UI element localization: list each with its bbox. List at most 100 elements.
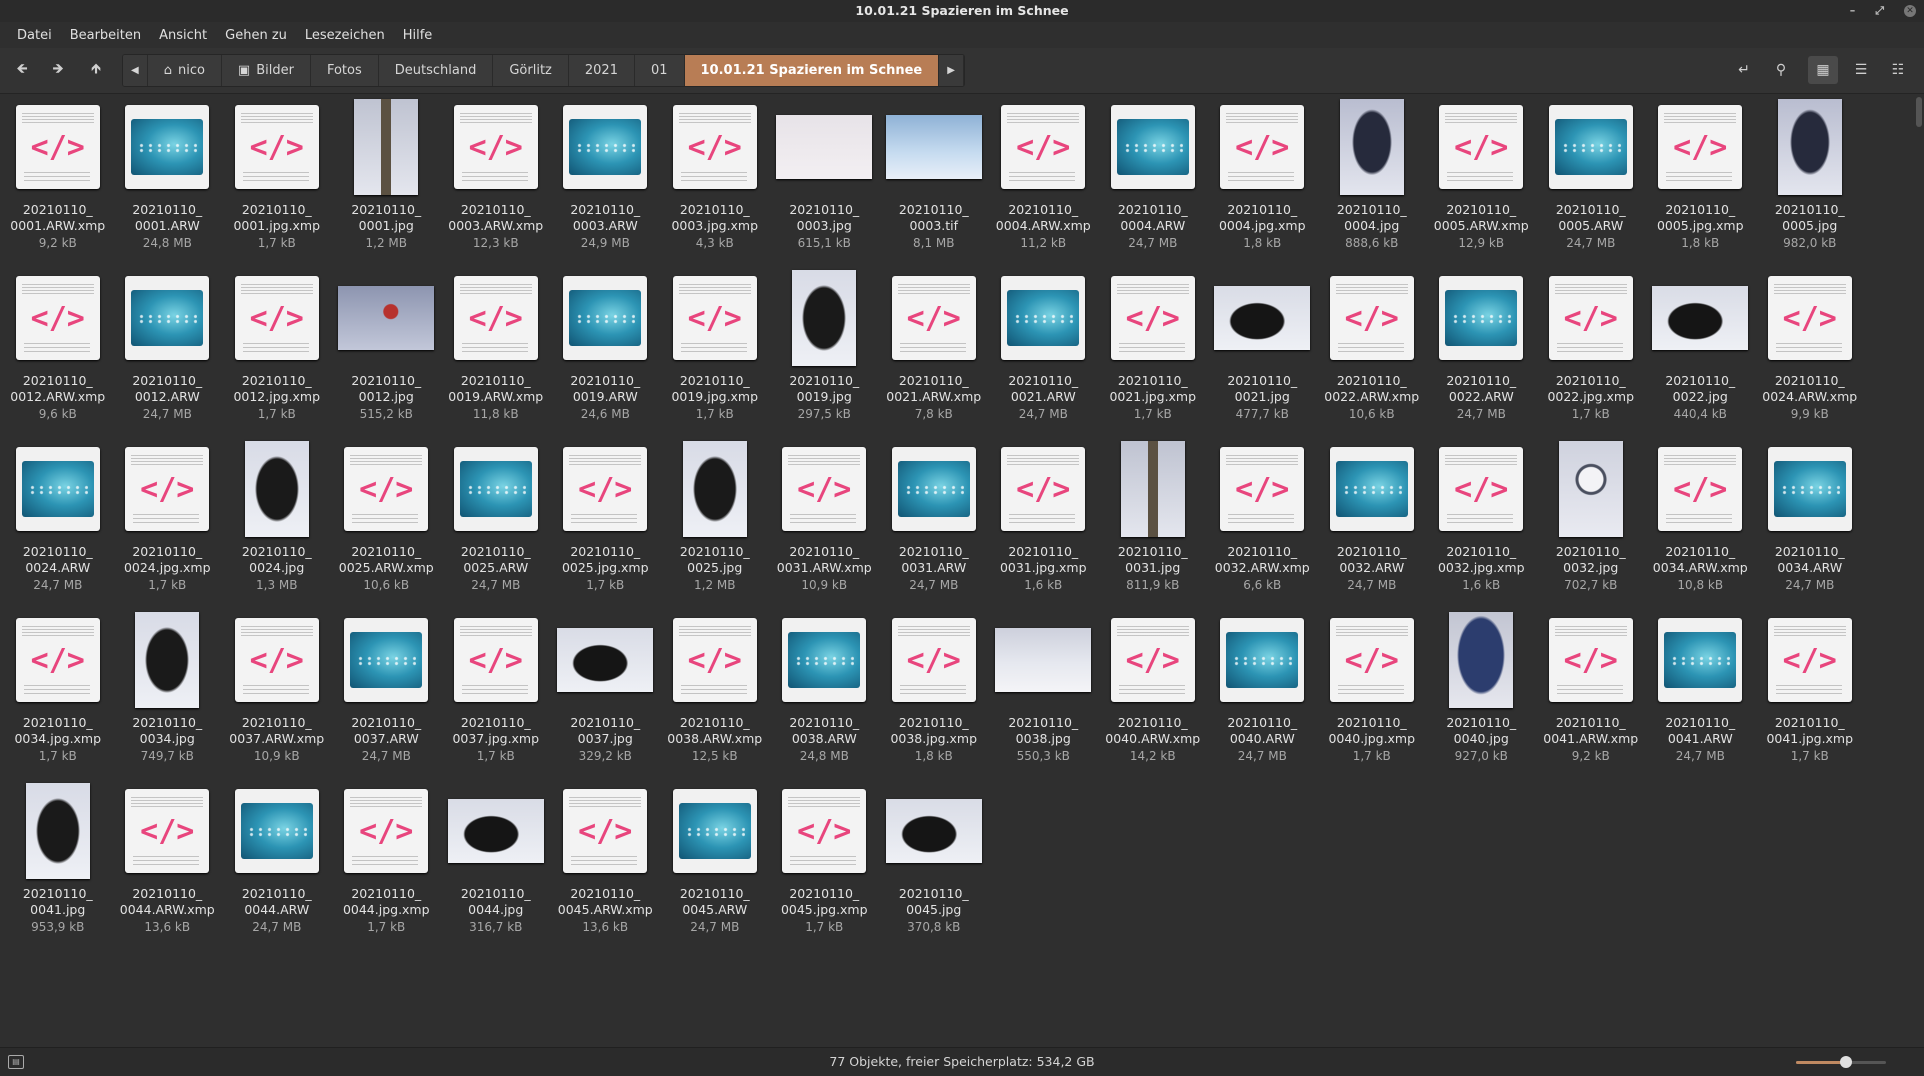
breadcrumb-bilder[interactable]: ▣ Bilder bbox=[221, 55, 311, 86]
file-item[interactable]: </> 20210110_ 0032.ARW.xmp 6,6 kB bbox=[1208, 439, 1318, 610]
file-item[interactable]: 20210110_ 0040.jpg 927,0 kB bbox=[1427, 610, 1537, 781]
file-item[interactable]: 20210110_ 0004.ARW 24,7 MB bbox=[1098, 97, 1208, 268]
file-item[interactable]: </> 20210110_ 0034.jpg.xmp 1,7 kB bbox=[3, 610, 113, 781]
back-arrow-icon[interactable]: 🡸 bbox=[8, 57, 36, 83]
file-item[interactable]: </> 20210110_ 0044.jpg.xmp 1,7 kB bbox=[332, 781, 442, 952]
up-arrow-icon[interactable]: 🡹 bbox=[82, 57, 110, 83]
sidebar-toggle-icon[interactable]: ▤ bbox=[8, 1055, 24, 1069]
file-item[interactable]: 20210110_ 0031.jpg 811,9 kB bbox=[1098, 439, 1208, 610]
file-item[interactable]: </> 20210110_ 0021.jpg.xmp 1,7 kB bbox=[1098, 268, 1208, 439]
file-item[interactable]: </> 20210110_ 0003.ARW.xmp 12,3 kB bbox=[441, 97, 551, 268]
file-item[interactable]: </> 20210110_ 0037.ARW.xmp 10,9 kB bbox=[222, 610, 332, 781]
maximize-icon[interactable]: ⤢ bbox=[1875, 0, 1884, 22]
file-item[interactable]: </> 20210110_ 0012.ARW.xmp 9,6 kB bbox=[3, 268, 113, 439]
file-item[interactable]: 20210110_ 0038.jpg 550,3 kB bbox=[989, 610, 1099, 781]
file-item[interactable]: </> 20210110_ 0045.jpg.xmp 1,7 kB bbox=[770, 781, 880, 952]
file-item[interactable]: 20210110_ 0022.ARW 24,7 MB bbox=[1427, 268, 1537, 439]
file-item[interactable]: 20210110_ 0025.ARW 24,7 MB bbox=[441, 439, 551, 610]
file-item[interactable]: 20210110_ 0032.jpg 702,7 kB bbox=[1536, 439, 1646, 610]
file-item[interactable]: 20210110_ 0021.jpg 477,7 kB bbox=[1208, 268, 1318, 439]
file-item[interactable]: </> 20210110_ 0001.ARW.xmp 9,2 kB bbox=[3, 97, 113, 268]
file-item[interactable]: 20210110_ 0044.jpg 316,7 kB bbox=[441, 781, 551, 952]
file-item[interactable]: 20210110_ 0003.jpg 615,1 kB bbox=[770, 97, 880, 268]
menu-datei[interactable]: Datei bbox=[8, 28, 61, 43]
menu-lesezeichen[interactable]: Lesezeichen bbox=[296, 28, 394, 43]
list-view-icon[interactable]: ☰ bbox=[1846, 56, 1876, 84]
file-item[interactable]: 20210110_ 0032.ARW 24,7 MB bbox=[1317, 439, 1427, 610]
file-item[interactable]: </> 20210110_ 0012.jpg.xmp 1,7 kB bbox=[222, 268, 332, 439]
file-item[interactable]: </> 20210110_ 0031.ARW.xmp 10,9 kB bbox=[770, 439, 880, 610]
menu-ansicht[interactable]: Ansicht bbox=[150, 28, 216, 43]
file-item[interactable]: 20210110_ 0012.ARW 24,7 MB bbox=[113, 268, 223, 439]
breadcrumb-current-folder[interactable]: 10.01.21 Spazieren im Schnee bbox=[684, 55, 940, 86]
file-item[interactable]: 20210110_ 0037.jpg 329,2 kB bbox=[551, 610, 661, 781]
file-item[interactable]: 20210110_ 0001.jpg 1,2 MB bbox=[332, 97, 442, 268]
file-item[interactable]: 20210110_ 0041.ARW 24,7 MB bbox=[1646, 610, 1756, 781]
file-item[interactable]: </> 20210110_ 0022.ARW.xmp 10,6 kB bbox=[1317, 268, 1427, 439]
menu-bearbeiten[interactable]: Bearbeiten bbox=[61, 28, 150, 43]
menu-hilfe[interactable]: Hilfe bbox=[394, 28, 442, 43]
breadcrumb-fotos[interactable]: Fotos bbox=[310, 55, 379, 86]
icon-view-icon[interactable]: ▦ bbox=[1808, 56, 1838, 84]
file-item[interactable]: </> 20210110_ 0038.ARW.xmp 12,5 kB bbox=[660, 610, 770, 781]
breadcrumb-scroll-right-icon[interactable]: ▶ bbox=[939, 55, 964, 86]
file-item[interactable]: 20210110_ 0041.jpg 953,9 kB bbox=[3, 781, 113, 952]
file-item[interactable]: 20210110_ 0045.ARW 24,7 MB bbox=[660, 781, 770, 952]
file-item[interactable]: </> 20210110_ 0045.ARW.xmp 13,6 kB bbox=[551, 781, 661, 952]
file-item[interactable]: </> 20210110_ 0019.ARW.xmp 11,8 kB bbox=[441, 268, 551, 439]
toggle-location-icon[interactable]: ↵ bbox=[1729, 56, 1759, 84]
file-item[interactable]: 20210110_ 0034.jpg 749,7 kB bbox=[113, 610, 223, 781]
forward-arrow-icon[interactable]: 🡺 bbox=[44, 57, 72, 83]
file-item[interactable]: 20210110_ 0025.jpg 1,2 MB bbox=[660, 439, 770, 610]
file-item[interactable]: 20210110_ 0003.tif 8,1 MB bbox=[879, 97, 989, 268]
minimize-icon[interactable]: – bbox=[1850, 0, 1856, 22]
zoom-slider[interactable] bbox=[1796, 1056, 1886, 1068]
file-item[interactable]: 20210110_ 0022.jpg 440,4 kB bbox=[1646, 268, 1756, 439]
file-item[interactable]: </> 20210110_ 0003.jpg.xmp 4,3 kB bbox=[660, 97, 770, 268]
menu-gehen-zu[interactable]: Gehen zu bbox=[216, 28, 296, 43]
search-icon[interactable]: ⚲ bbox=[1766, 56, 1796, 84]
file-item[interactable]: 20210110_ 0003.ARW 24,9 MB bbox=[551, 97, 661, 268]
compact-view-icon[interactable]: ☷ bbox=[1883, 56, 1913, 84]
file-item[interactable]: 20210110_ 0005.ARW 24,7 MB bbox=[1536, 97, 1646, 268]
file-item[interactable]: 20210110_ 0019.ARW 24,6 MB bbox=[551, 268, 661, 439]
zoom-slider-handle[interactable] bbox=[1839, 1056, 1852, 1068]
file-item[interactable]: </> 20210110_ 0021.ARW.xmp 7,8 kB bbox=[879, 268, 989, 439]
file-item[interactable]: 20210110_ 0024.ARW 24,7 MB bbox=[3, 439, 113, 610]
file-item[interactable]: </> 20210110_ 0034.ARW.xmp 10,8 kB bbox=[1646, 439, 1756, 610]
file-item[interactable]: </> 20210110_ 0037.jpg.xmp 1,7 kB bbox=[441, 610, 551, 781]
file-item[interactable]: 20210110_ 0001.ARW 24,8 MB bbox=[113, 97, 223, 268]
file-item[interactable]: </> 20210110_ 0041.jpg.xmp 1,7 kB bbox=[1755, 610, 1865, 781]
file-item[interactable]: </> 20210110_ 0032.jpg.xmp 1,6 kB bbox=[1427, 439, 1537, 610]
file-item[interactable]: </> 20210110_ 0040.ARW.xmp 14,2 kB bbox=[1098, 610, 1208, 781]
file-item[interactable]: </> 20210110_ 0005.jpg.xmp 1,8 kB bbox=[1646, 97, 1756, 268]
file-item[interactable]: 20210110_ 0004.jpg 888,6 kB bbox=[1317, 97, 1427, 268]
file-item[interactable]: </> 20210110_ 0005.ARW.xmp 12,9 kB bbox=[1427, 97, 1537, 268]
scrollbar[interactable] bbox=[1916, 97, 1922, 127]
file-item[interactable]: </> 20210110_ 0031.jpg.xmp 1,6 kB bbox=[989, 439, 1099, 610]
file-item[interactable]: 20210110_ 0012.jpg 515,2 kB bbox=[332, 268, 442, 439]
file-item[interactable]: </> 20210110_ 0040.jpg.xmp 1,7 kB bbox=[1317, 610, 1427, 781]
file-item[interactable]: </> 20210110_ 0025.ARW.xmp 10,6 kB bbox=[332, 439, 442, 610]
file-item[interactable]: 20210110_ 0031.ARW 24,7 MB bbox=[879, 439, 989, 610]
file-item[interactable]: 20210110_ 0044.ARW 24,7 MB bbox=[222, 781, 332, 952]
file-item[interactable]: </> 20210110_ 0024.ARW.xmp 9,9 kB bbox=[1755, 268, 1865, 439]
close-icon[interactable]: ✕ bbox=[1904, 5, 1916, 17]
file-item[interactable]: 20210110_ 0038.ARW 24,8 MB bbox=[770, 610, 880, 781]
breadcrumb-home[interactable]: ⌂ nico bbox=[147, 55, 222, 86]
breadcrumb-scroll-left-icon[interactable]: ◀ bbox=[123, 55, 148, 86]
file-item[interactable]: 20210110_ 0037.ARW 24,7 MB bbox=[332, 610, 442, 781]
file-item[interactable]: </> 20210110_ 0038.jpg.xmp 1,8 kB bbox=[879, 610, 989, 781]
file-item[interactable]: </> 20210110_ 0044.ARW.xmp 13,6 kB bbox=[113, 781, 223, 952]
file-item[interactable]: </> 20210110_ 0024.jpg.xmp 1,7 kB bbox=[113, 439, 223, 610]
file-item[interactable]: 20210110_ 0024.jpg 1,3 MB bbox=[222, 439, 332, 610]
file-item[interactable]: 20210110_ 0019.jpg 297,5 kB bbox=[770, 268, 880, 439]
breadcrumb-goerlitz[interactable]: Görlitz bbox=[493, 55, 569, 86]
file-item[interactable]: </> 20210110_ 0004.jpg.xmp 1,8 kB bbox=[1208, 97, 1318, 268]
file-item[interactable]: 20210110_ 0021.ARW 24,7 MB bbox=[989, 268, 1099, 439]
file-item[interactable]: </> 20210110_ 0041.ARW.xmp 9,2 kB bbox=[1536, 610, 1646, 781]
file-item[interactable]: </> 20210110_ 0004.ARW.xmp 11,2 kB bbox=[989, 97, 1099, 268]
file-item[interactable]: </> 20210110_ 0025.jpg.xmp 1,7 kB bbox=[551, 439, 661, 610]
breadcrumb-01[interactable]: 01 bbox=[634, 55, 685, 86]
file-item[interactable]: </> 20210110_ 0022.jpg.xmp 1,7 kB bbox=[1536, 268, 1646, 439]
